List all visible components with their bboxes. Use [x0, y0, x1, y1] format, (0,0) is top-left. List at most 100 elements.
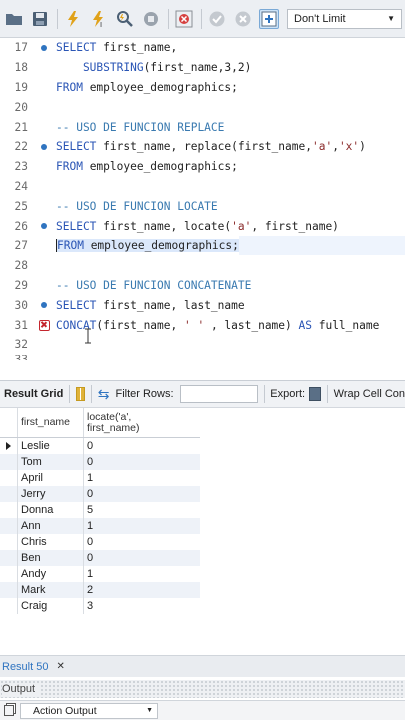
line-number: 28	[14, 259, 28, 273]
code-line[interactable]: 29 -- USO DE FUNCION CONCATENATE	[0, 276, 405, 296]
stop-icon[interactable]	[141, 9, 161, 29]
cell-first-name[interactable]: Ann	[18, 518, 84, 534]
code-line[interactable]: 28	[0, 256, 405, 276]
svg-text:I: I	[100, 21, 102, 28]
line-number: 29	[14, 278, 28, 292]
cell-first-name[interactable]: Andy	[18, 566, 84, 582]
table-row[interactable]: April 1	[0, 470, 200, 486]
execute-icon[interactable]	[63, 9, 83, 29]
table-row[interactable]: Ann 1	[0, 518, 200, 534]
table-row[interactable]: Chris 0	[0, 534, 200, 550]
execute-current-icon[interactable]: I	[89, 9, 109, 29]
row-gutter	[0, 518, 18, 534]
code-line[interactable]: 33	[0, 355, 405, 360]
cell-first-name[interactable]: Chris	[18, 534, 84, 550]
cell-locate[interactable]: 0	[84, 534, 196, 550]
code-line[interactable]: 23 FROM employee_demographics;	[0, 157, 405, 177]
cell-first-name[interactable]: April	[18, 470, 84, 486]
open-folder-icon[interactable]	[4, 9, 24, 29]
code-line[interactable]: 18 SUBSTRING(first_name,3,2)	[0, 58, 405, 78]
cell-locate[interactable]: 1	[84, 470, 196, 486]
statement-marker-icon	[32, 137, 56, 156]
cell-first-name[interactable]: Mark	[18, 582, 84, 598]
code-line[interactable]: 32	[0, 335, 405, 355]
autocommit-icon[interactable]	[259, 8, 279, 29]
code-line[interactable]: 31 CONCAT(first_name, ' ' , last_name) A…	[0, 315, 405, 335]
export-label: Export:	[270, 388, 306, 400]
cell-locate[interactable]: 1	[84, 566, 196, 582]
line-number: 33	[0, 355, 32, 360]
table-row[interactable]: Ben 0	[0, 550, 200, 566]
table-row[interactable]: Donna 5	[0, 502, 200, 518]
row-gutter	[0, 502, 18, 518]
commit-icon[interactable]	[207, 9, 227, 29]
sql-editor[interactable]: 17 SELECT first_name, 18 SUBSTRING(first…	[0, 38, 405, 360]
code-line[interactable]: 30 SELECT first_name, last_name	[0, 295, 405, 315]
cell-first-name[interactable]: Leslie	[18, 438, 84, 454]
toggle-error-icon[interactable]	[174, 9, 194, 29]
code-line-selected[interactable]: 27 FROM employee_demographics;	[0, 236, 405, 256]
line-number: 27	[14, 239, 28, 253]
line-number: 24	[14, 179, 28, 193]
row-gutter	[0, 534, 18, 550]
result-grid-tab[interactable]: Result Grid	[4, 388, 63, 400]
line-number: 18	[14, 61, 28, 75]
current-row-arrow-icon	[0, 438, 18, 454]
code-line[interactable]: 21 -- USO DE FUNCION REPLACE	[0, 117, 405, 137]
code-line[interactable]: 20	[0, 97, 405, 117]
table-row[interactable]: Jerry 0	[0, 486, 200, 502]
code-line[interactable]: 24	[0, 177, 405, 197]
row-gutter	[0, 454, 18, 470]
syntax-error-icon[interactable]	[32, 316, 56, 335]
rollback-icon[interactable]	[233, 9, 253, 29]
copy-icon[interactable]	[4, 705, 14, 716]
cell-first-name[interactable]: Craig	[18, 598, 84, 614]
table-row[interactable]: Craig 3	[0, 598, 200, 614]
statement-marker-icon	[32, 217, 56, 236]
cell-locate[interactable]: 0	[84, 550, 196, 566]
cell-first-name[interactable]: Ben	[18, 550, 84, 566]
line-number: 26	[14, 219, 28, 233]
cell-locate[interactable]: 3	[84, 598, 196, 614]
output-label: Output	[2, 683, 40, 695]
table-row[interactable]: Andy 1	[0, 566, 200, 582]
line-number: 30	[14, 298, 28, 312]
table-row[interactable]: Mark 2	[0, 582, 200, 598]
code-text: FROM employee_demographics;	[56, 160, 238, 174]
cell-first-name[interactable]: Donna	[18, 502, 84, 518]
cell-locate[interactable]: 5	[84, 502, 196, 518]
column-header-first-name[interactable]: first_name	[18, 408, 84, 437]
code-line[interactable]: 25 -- USO DE FUNCION LOCATE	[0, 196, 405, 216]
result-tab[interactable]: Result 50 ✕	[2, 661, 65, 673]
cell-first-name[interactable]: Tom	[18, 454, 84, 470]
cell-locate[interactable]: 1	[84, 518, 196, 534]
code-line[interactable]: 26 SELECT first_name, locate('a', first_…	[0, 216, 405, 236]
code-text: SUBSTRING(first_name,3,2)	[56, 61, 252, 75]
cell-locate[interactable]: 0	[84, 454, 196, 470]
table-row[interactable]: Tom 0	[0, 454, 200, 470]
code-line[interactable]: 22 SELECT first_name, replace(first_name…	[0, 137, 405, 157]
explain-icon[interactable]	[115, 9, 135, 29]
cell-locate[interactable]: 0	[84, 438, 196, 454]
line-number: 22	[14, 140, 28, 154]
column-header-locate[interactable]: locate('a', first_name)	[84, 408, 196, 437]
close-icon[interactable]: ✕	[56, 661, 64, 672]
row-gutter	[0, 566, 18, 582]
cell-locate[interactable]: 2	[84, 582, 196, 598]
code-line[interactable]: 19 FROM employee_demographics;	[0, 78, 405, 98]
wrap-cell-content-label[interactable]: Wrap Cell Con	[334, 388, 405, 400]
grid-layout-icon[interactable]	[76, 387, 86, 401]
save-icon[interactable]	[30, 9, 50, 29]
refresh-icon[interactable]: ⇆	[98, 386, 110, 403]
table-row[interactable]: Leslie 0	[0, 438, 200, 454]
row-gutter	[0, 486, 18, 502]
code-text: FROM employee_demographics;	[56, 80, 238, 94]
cell-first-name[interactable]: Jerry	[18, 486, 84, 502]
output-type-select[interactable]: Action Output ▼	[20, 702, 158, 719]
filter-rows-input[interactable]	[179, 385, 258, 403]
row-gutter	[0, 582, 18, 598]
cell-locate[interactable]: 0	[84, 486, 196, 502]
limit-rows-select[interactable]: Don't Limit ▼	[287, 8, 402, 29]
code-line[interactable]: 17 SELECT first_name,	[0, 38, 405, 58]
export-icon[interactable]	[309, 387, 321, 401]
